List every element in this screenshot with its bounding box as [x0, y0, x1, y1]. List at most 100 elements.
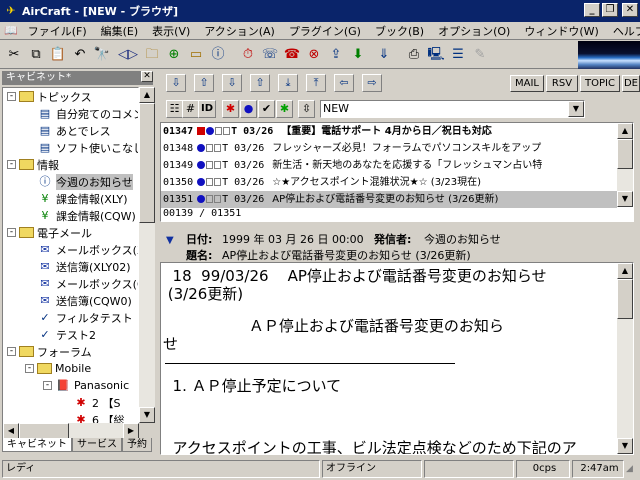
find-icon[interactable]: 🔭 [92, 45, 112, 65]
collapse-icon[interactable]: - [25, 364, 34, 373]
tree-item[interactable]: ✓ テスト2 [25, 326, 96, 343]
close-window-button[interactable]: ✕ [622, 3, 638, 17]
first-icon[interactable]: ⤒ [306, 74, 326, 92]
menu-help[interactable]: ヘルプ(H) [606, 23, 640, 39]
scroll-right-icon[interactable]: ▶ [123, 423, 139, 439]
body-scroll-thumb[interactable] [617, 279, 633, 319]
resize-grip-icon[interactable]: ◢ [626, 464, 633, 474]
computer-icon[interactable]: 🖳 [426, 45, 446, 65]
list-view-icon[interactable]: ☷ [166, 100, 183, 118]
hash-button[interactable]: # [182, 100, 199, 118]
tree-item[interactable]: ▤ ソフト使いこなし [25, 139, 138, 156]
menu-edit[interactable]: 編集(E) [94, 23, 146, 39]
cut-icon[interactable]: ✂ [4, 45, 24, 65]
topic-button[interactable]: TOPIC [580, 75, 620, 92]
tree-item[interactable]: ▤ 自分宛てのコメント [25, 105, 138, 122]
cabinet-close-button[interactable]: ✕ [141, 71, 153, 82]
collapse-icon[interactable]: - [7, 228, 16, 237]
mark-unread-icon[interactable]: ● [240, 100, 257, 118]
sort-icon[interactable]: ⇳ [298, 100, 315, 118]
tree-item[interactable]: - トピックス [7, 88, 92, 105]
schedule-icon[interactable]: ⏱ [238, 45, 258, 65]
body-vscrollbar[interactable]: ▲ ▼ [617, 263, 633, 454]
mark-box-icon[interactable] [214, 144, 222, 152]
document-menu-icon[interactable]: 📖 [4, 24, 18, 38]
message-row[interactable]: 01348 T 03/26 フレッシャーズ必見！フォーラムでパソコンスキルをアップ [161, 140, 617, 157]
split-view-icon[interactable]: ◁▷ [118, 45, 138, 65]
message-body[interactable]: 18 99/03/26 AP停止および電話番号変更のお知らせ (3/26更新) … [160, 262, 634, 455]
tree-item[interactable]: ✉ メールボックス(CQW) [25, 275, 138, 292]
scroll-down-icon[interactable]: ▼ [139, 407, 155, 423]
folder-open-icon[interactable]: 🗀 [142, 45, 162, 65]
chevron-down-icon[interactable]: ▼ [568, 101, 584, 117]
tree-item[interactable]: - 情報 [7, 156, 59, 173]
id-button[interactable]: ID [198, 100, 216, 118]
collapse-header-icon[interactable]: ▼ [166, 235, 174, 246]
menu-book[interactable]: ブック(B) [368, 23, 431, 39]
mail-button[interactable]: MAIL [510, 75, 544, 92]
folder-icon[interactable]: ▭ [186, 45, 206, 65]
tree-item[interactable]: ▤ あとでレス [25, 122, 111, 139]
collapse-icon[interactable]: - [7, 347, 16, 356]
menu-option[interactable]: オプション(O) [431, 23, 517, 39]
tree-item[interactable]: - 電子メール [7, 224, 92, 241]
next-down-icon[interactable]: ⇩ [166, 74, 186, 92]
prev-up-icon[interactable]: ⇧ [194, 74, 214, 92]
tree-item[interactable]: ✉ 送信簿(XLY02) [25, 258, 130, 275]
mark-box-icon[interactable] [206, 161, 214, 169]
list-scroll-thumb[interactable] [617, 139, 633, 169]
mark-star-icon[interactable]: ✱ [222, 100, 239, 118]
tree-item[interactable]: ✉ メールボックス(XLY) [25, 241, 138, 258]
mark-box-icon[interactable] [223, 127, 231, 135]
list-vscrollbar[interactable]: ▲ ▼ [617, 123, 633, 207]
scroll-up-icon[interactable]: ▲ [139, 87, 155, 103]
download-icon[interactable]: ⬇ [348, 45, 368, 65]
menu-action[interactable]: アクション(A) [197, 23, 282, 39]
tree-item[interactable]: ⓘ 今週のお知らせ [25, 173, 133, 190]
compose-icon[interactable]: ✎ [470, 45, 490, 65]
connect-icon[interactable]: ☏ [260, 45, 280, 65]
undo-icon[interactable]: ↶ [70, 45, 90, 65]
message-row[interactable]: 01350 T 03/26 ☆★アクセスポイント混雑状況★☆ (3/23現在) [161, 174, 617, 191]
add-folder-icon[interactable]: ⊕ [164, 45, 184, 65]
tab-service[interactable]: サービス [72, 438, 122, 452]
scroll-left-icon[interactable]: ◀ [3, 423, 19, 439]
mark-box-icon[interactable] [206, 178, 214, 186]
info-icon[interactable]: ⓘ [208, 45, 228, 65]
tree-item[interactable]: - フォーラム [7, 343, 92, 360]
print-icon[interactable]: ⎙ [404, 45, 424, 65]
collapse-icon[interactable]: - [7, 92, 16, 101]
mark-box-icon[interactable] [214, 161, 222, 169]
tree-vscrollbar[interactable]: ▲ ▼ [139, 87, 155, 423]
tree-item[interactable]: - Mobile [25, 360, 91, 377]
message-row[interactable]: 01349 T 03/26 新生活・新天地のあなたを応援する「フレッシュマン占い特 [161, 157, 617, 174]
menu-plugin[interactable]: プラグイン(G) [282, 23, 368, 39]
hscroll-thumb[interactable] [19, 423, 69, 439]
message-row[interactable]: 01351 T 03/26 AP停止および電話番号変更のお知らせ (3/26更新) [161, 191, 617, 208]
menu-view[interactable]: 表示(V) [145, 23, 197, 39]
mark-new-icon[interactable]: ✱ [276, 100, 293, 118]
send-icon[interactable]: ⇪ [326, 45, 346, 65]
menu-file[interactable]: ファイル(F) [21, 23, 94, 39]
body-scroll-up-icon[interactable]: ▲ [617, 263, 633, 279]
collapse-icon[interactable]: - [7, 160, 16, 169]
list-scroll-down-icon[interactable]: ▼ [617, 191, 633, 207]
copy-icon[interactable]: ⧉ [26, 45, 46, 65]
list-scroll-up-icon[interactable]: ▲ [617, 123, 633, 139]
body-scroll-down-icon[interactable]: ▼ [617, 438, 633, 454]
thread-back-icon[interactable]: ⇦ [334, 74, 354, 92]
mark-check-icon[interactable]: ✔ [258, 100, 275, 118]
menu-window[interactable]: ウィンドウ(W) [517, 23, 605, 39]
mark-box-icon[interactable] [214, 178, 222, 186]
mark-box-icon[interactable] [215, 127, 223, 135]
tree-item[interactable]: ¥ 課金情報(XLY) [25, 190, 128, 207]
scroll-thumb[interactable] [139, 103, 155, 223]
disconnect-icon[interactable]: ⊗ [304, 45, 324, 65]
tab-cabinet[interactable]: キャビネット [2, 438, 72, 452]
phone-icon[interactable]: ☎ [282, 45, 302, 65]
rsv-button[interactable]: RSV [546, 75, 578, 92]
mark-box-icon[interactable] [214, 195, 222, 203]
tree-hscrollbar[interactable]: ◀ ▶ [3, 423, 139, 439]
tree-item[interactable]: ✓ フィルタテスト [25, 309, 132, 326]
tree-item[interactable]: ¥ 課金情報(CQW) [25, 207, 136, 224]
